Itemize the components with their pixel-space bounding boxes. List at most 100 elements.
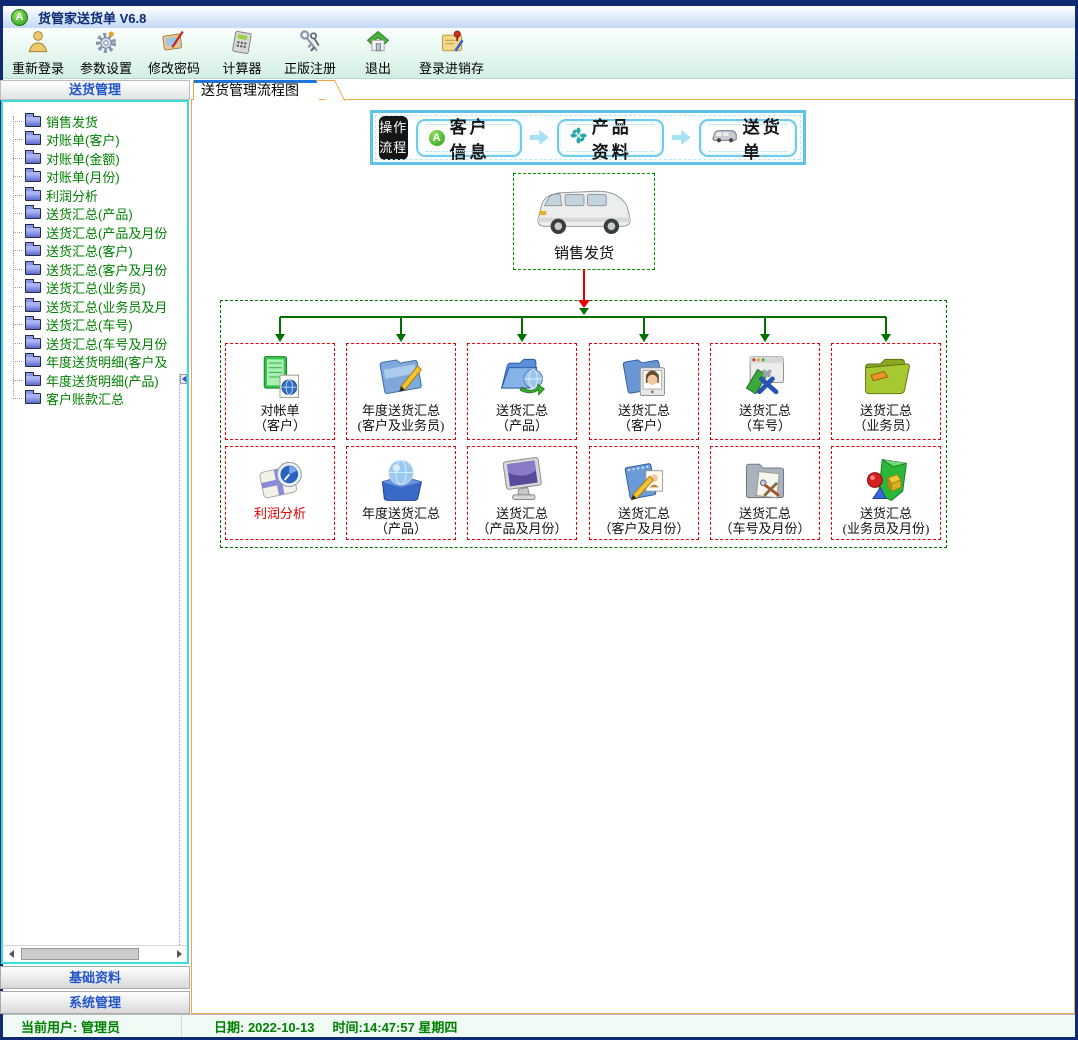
tree-item-summary-customer[interactable]: 送货汇总(客户) xyxy=(3,242,187,261)
scrollbar-thumb[interactable] xyxy=(21,948,139,960)
tree-item-profit-analysis[interactable]: 利润分析 xyxy=(3,186,187,205)
green-arrowhead-icon xyxy=(517,334,527,342)
folder-pencil-icon xyxy=(375,351,427,403)
sales-delivery-node[interactable]: 销售发货 xyxy=(513,173,655,270)
tab-delivery-flowchart[interactable]: 送货管理流程图 xyxy=(193,80,319,100)
register-button[interactable]: 正版注册 xyxy=(283,28,337,76)
sidebar-tree-panel: 销售发货 对账单(客户) 对账单(金额) 对账单(月份) 利润分析 送货汇总(产… xyxy=(1,100,189,964)
folder-globe-arrow-icon xyxy=(496,351,548,403)
window-title: 货管家送货单 V6.8 xyxy=(38,8,146,27)
folder-icon xyxy=(25,338,41,349)
tree-vertical-scrollbar[interactable] xyxy=(179,374,187,945)
delivery-tree: 销售发货 对账单(客户) 对账单(金额) 对账单(月份) 利润分析 送货汇总(产… xyxy=(3,102,187,408)
calculator-icon xyxy=(228,28,256,61)
tree-item-summary-product-month[interactable]: 送货汇总(产品及月份 xyxy=(3,223,187,242)
calculator-button[interactable]: 计算器 xyxy=(215,28,269,76)
folder-icon xyxy=(25,208,41,219)
flower-icon xyxy=(570,127,587,149)
tree-item-annual-detail-customer[interactable]: 年度送货明细(客户及 xyxy=(3,353,187,372)
tree-item-summary-salesman-month[interactable]: 送货汇总(业务员及月 xyxy=(3,297,187,316)
globe-box-icon xyxy=(375,454,427,506)
scrollbar-collapse-arrow-icon[interactable] xyxy=(180,374,187,384)
app-logo-icon: A xyxy=(11,9,28,26)
cell-profit-analysis[interactable]: 利润分析 xyxy=(225,446,335,540)
green-connector xyxy=(643,317,645,334)
folder-icon xyxy=(25,301,41,312)
statusbar-date: 日期: 2022-10-13 xyxy=(214,1017,314,1036)
folder-icon xyxy=(25,153,41,164)
exit-button[interactable]: 退出 xyxy=(351,28,405,76)
tree-item-summary-customer-month[interactable]: 送货汇总(客户及月份 xyxy=(3,260,187,279)
login-inventory-button[interactable]: 登录进销存 xyxy=(419,28,484,76)
green-connector xyxy=(521,317,523,334)
scroll-right-arrow-icon[interactable] xyxy=(171,946,187,962)
step-delivery-note[interactable]: 送货单 xyxy=(699,119,797,157)
a-logo-icon: A xyxy=(429,130,445,146)
statusbar-time: 时间:14:47:57 星期四 xyxy=(332,1017,457,1036)
folder-icon xyxy=(25,282,41,293)
relogin-person-icon xyxy=(24,28,52,61)
tree-item-summary-salesman[interactable]: 送货汇总(业务员) xyxy=(3,279,187,298)
cell-summary-truck-month[interactable]: 送货汇总 （车号及月份） xyxy=(710,446,820,540)
window-pliers-icon xyxy=(739,351,791,403)
login-inventory-icon xyxy=(438,28,466,61)
statusbar-divider xyxy=(181,1015,182,1037)
cell-summary-salesman[interactable]: 送货汇总 （业务员） xyxy=(831,343,941,440)
cell-statement-customer[interactable]: 对帐单 （客户） xyxy=(225,343,335,440)
system-management-button[interactable]: 系统管理 xyxy=(0,991,190,1014)
olive-folder-icon xyxy=(860,351,912,403)
tree-item-statement-amount[interactable]: 对账单(金额) xyxy=(3,149,187,168)
step-customer-info[interactable]: A 客户信息 xyxy=(416,119,522,157)
folder-icon xyxy=(25,356,41,367)
cell-summary-product[interactable]: 送货汇总 （产品） xyxy=(467,343,577,440)
cell-annual-summary-customer-salesman[interactable]: 年度送货汇总 (客户及业务员) xyxy=(346,343,456,440)
ledger-globe-icon xyxy=(254,351,306,403)
step-product-data[interactable]: 产品资料 xyxy=(557,119,664,157)
green-connector xyxy=(885,317,887,334)
red-arrowhead-icon xyxy=(578,300,590,308)
tree-connector-line xyxy=(13,116,14,396)
folder-icon xyxy=(25,190,41,201)
folder-doc-tools-icon xyxy=(739,454,791,506)
tree-item-summary-product[interactable]: 送货汇总(产品) xyxy=(3,205,187,224)
green-arrowhead-icon xyxy=(275,334,285,342)
folder-icon xyxy=(25,393,41,404)
tree-item-summary-truck[interactable]: 送货汇总(车号) xyxy=(3,316,187,335)
right-arrow-icon xyxy=(672,130,691,145)
red-connector-line xyxy=(583,269,585,300)
app-window: A 货管家送货单 V6.8 重新登录 参数设置 修改密码 计算器 正版注册 退出 xyxy=(0,0,1078,1040)
titlebar: A 货管家送货单 V6.8 xyxy=(3,6,1075,28)
cell-summary-customer[interactable]: 送货汇总 （客户） xyxy=(589,343,699,440)
cell-summary-customer-month[interactable]: 送货汇总 （客户及月份） xyxy=(589,446,699,540)
green-arrowhead-icon xyxy=(760,334,770,342)
tree-item-sales-delivery[interactable]: 销售发货 xyxy=(3,112,187,131)
cell-annual-summary-product[interactable]: 年度送货汇总 （产品） xyxy=(346,446,456,540)
cell-summary-truck[interactable]: 送货汇总 （车号） xyxy=(710,343,820,440)
tree-item-summary-truck-month[interactable]: 送货汇总(车号及月份 xyxy=(3,334,187,353)
green-arrowhead-icon xyxy=(881,334,891,342)
tree-item-annual-detail-product[interactable]: 年度送货明细(产品) xyxy=(3,371,187,390)
cell-summary-product-month[interactable]: 送货汇总 （产品及月份） xyxy=(467,446,577,540)
relogin-button[interactable]: 重新登录 xyxy=(11,28,65,76)
green-connector xyxy=(279,317,281,334)
green-connector xyxy=(764,317,766,334)
folder-icon xyxy=(25,245,41,256)
notepad-pencil-photo-icon xyxy=(618,454,670,506)
settings-button[interactable]: 参数设置 xyxy=(79,28,133,76)
scroll-left-arrow-icon[interactable] xyxy=(3,946,19,962)
profit-pie-box-icon xyxy=(254,454,306,506)
tree-item-statement-month[interactable]: 对账单(月份) xyxy=(3,168,187,187)
cell-summary-salesman-month[interactable]: 送货汇总 (业务员及月份) xyxy=(831,446,941,540)
change-password-button[interactable]: 修改密码 xyxy=(147,28,201,76)
folder-icon xyxy=(25,134,41,145)
green-arrowhead-icon xyxy=(579,308,589,315)
tree-item-customer-account-summary[interactable]: 客户账款汇总 xyxy=(3,390,187,409)
right-arrow-icon xyxy=(530,130,549,145)
basic-data-button[interactable]: 基础资料 xyxy=(0,966,190,989)
van-image xyxy=(532,180,636,240)
folder-icon xyxy=(25,375,41,386)
statusbar: 当前用户: 管理员 日期: 2022-10-13 时间:14:47:57 星期四 xyxy=(3,1014,1075,1037)
tree-item-statement-customer[interactable]: 对账单(客户) xyxy=(3,131,187,150)
tree-horizontal-scrollbar[interactable] xyxy=(3,945,187,962)
folder-icon xyxy=(25,264,41,275)
